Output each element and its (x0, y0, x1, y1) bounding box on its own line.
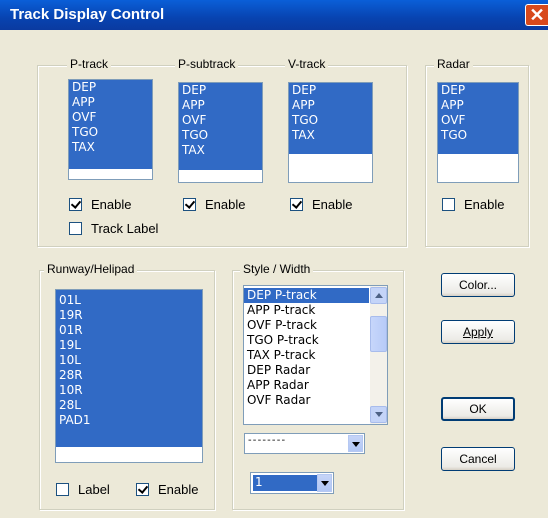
list-item-selected[interactable]: DEP P-track (244, 288, 369, 303)
radar-list[interactable]: DEP APP OVF TGO (437, 82, 519, 183)
chevron-down-icon[interactable] (348, 435, 363, 452)
list-item[interactable]: PAD1 (56, 413, 202, 428)
ok-button[interactable]: OK (441, 397, 515, 421)
ptrack-legend: P-track (67, 57, 112, 71)
list-item[interactable]: OVF P-track (244, 318, 369, 333)
runway-legend: Runway/Helipad (44, 262, 138, 276)
checkbox-icon (290, 198, 303, 211)
style-legend: Style / Width (240, 262, 314, 276)
psubtrack-enable-label: Enable (205, 197, 246, 212)
ptrack-enable-checkbox[interactable]: Enable (69, 197, 131, 212)
list-item[interactable]: APP Radar (244, 378, 369, 393)
runway-list[interactable]: 01L 19R 01R 19L 10L 28R 10R 28L PAD1 (55, 289, 203, 463)
color-button[interactable]: Color... (441, 273, 515, 297)
list-item[interactable]: 10R (56, 383, 202, 398)
apply-button[interactable]: Apply (441, 320, 515, 344)
list-item[interactable]: 19L (56, 338, 202, 353)
list-item[interactable]: OVF Radar (244, 393, 369, 408)
psubtrack-enable-checkbox[interactable]: Enable (183, 197, 245, 212)
scroll-thumb[interactable] (370, 316, 387, 352)
list-item[interactable]: DEP (69, 80, 152, 95)
list-item[interactable]: TGO (179, 128, 262, 143)
checkbox-icon (69, 198, 82, 211)
checkbox-icon (56, 483, 69, 496)
apply-button-label: Apply (462, 325, 494, 339)
track-label-label: Track Label (91, 221, 159, 236)
list-item[interactable]: DEP (438, 83, 518, 98)
list-item[interactable]: DEP (179, 83, 262, 98)
width-combo[interactable]: 1 (250, 472, 334, 494)
list-item[interactable]: APP (179, 98, 262, 113)
list-item[interactable]: APP (289, 98, 372, 113)
list-item[interactable]: DEP (289, 83, 372, 98)
ptrack-list[interactable]: DEP APP OVF TGO TAX (68, 79, 153, 180)
vtrack-legend: V-track (285, 57, 329, 71)
list-item[interactable]: TGO (69, 125, 152, 140)
list-item[interactable]: DEP Radar (244, 363, 369, 378)
scroll-down-icon[interactable] (370, 406, 387, 423)
list-item[interactable]: TAX P-track (244, 348, 369, 363)
list-item[interactable]: 10L (56, 353, 202, 368)
vtrack-list[interactable]: DEP APP TGO TAX (288, 82, 373, 183)
list-item[interactable]: TAX (179, 143, 262, 158)
list-item[interactable]: TAX (289, 128, 372, 143)
chevron-down-icon[interactable] (317, 474, 332, 492)
style-list[interactable]: DEP P-track APP P-track OVF P-track TGO … (243, 285, 388, 425)
radar-enable-label: Enable (464, 197, 505, 212)
list-item[interactable]: 01L (56, 293, 202, 308)
radar-enable-checkbox[interactable]: Enable (442, 197, 504, 212)
list-item[interactable]: 01R (56, 323, 202, 338)
list-item[interactable]: APP (438, 98, 518, 113)
list-item[interactable]: TAX (69, 140, 152, 155)
cancel-button[interactable]: Cancel (441, 447, 515, 471)
checkbox-icon (136, 483, 149, 496)
list-item[interactable]: 28L (56, 398, 202, 413)
vtrack-enable-label: Enable (312, 197, 353, 212)
list-item[interactable]: APP P-track (244, 303, 369, 318)
list-item[interactable]: OVF (438, 113, 518, 128)
close-icon: ✕ (529, 5, 545, 25)
list-item[interactable]: 28R (56, 368, 202, 383)
checkbox-icon (69, 222, 82, 235)
runway-label-text: Label (78, 482, 110, 497)
scroll-up-icon[interactable] (370, 287, 387, 304)
list-item[interactable]: OVF (69, 110, 152, 125)
list-item[interactable]: OVF (179, 113, 262, 128)
psubtrack-list[interactable]: DEP APP OVF TGO TAX (178, 82, 263, 183)
checkbox-icon (183, 198, 196, 211)
checkbox-icon (442, 198, 455, 211)
list-item[interactable]: TGO P-track (244, 333, 369, 348)
close-button[interactable]: ✕ (525, 4, 548, 26)
runway-enable-label: Enable (158, 482, 199, 497)
width-value: 1 (255, 475, 263, 489)
list-item[interactable]: TGO (289, 113, 372, 128)
psubtrack-legend: P-subtrack (175, 57, 239, 71)
list-item[interactable]: TGO (438, 128, 518, 143)
list-item[interactable]: APP (69, 95, 152, 110)
radar-legend: Radar (434, 57, 473, 71)
track-label-checkbox[interactable]: Track Label (69, 221, 158, 236)
vtrack-enable-checkbox[interactable]: Enable (290, 197, 352, 212)
window-title: Track Display Control (10, 6, 165, 23)
runway-label-checkbox[interactable]: Label (56, 482, 110, 497)
line-style-value: - - - - - - - - (248, 435, 285, 446)
title-bar: Track Display Control (0, 0, 548, 30)
ptrack-enable-label: Enable (91, 197, 132, 212)
style-list-scrollbar[interactable] (370, 286, 387, 424)
list-item[interactable]: 19R (56, 308, 202, 323)
line-style-combo[interactable]: - - - - - - - - (244, 433, 365, 454)
runway-enable-checkbox[interactable]: Enable (136, 482, 198, 497)
